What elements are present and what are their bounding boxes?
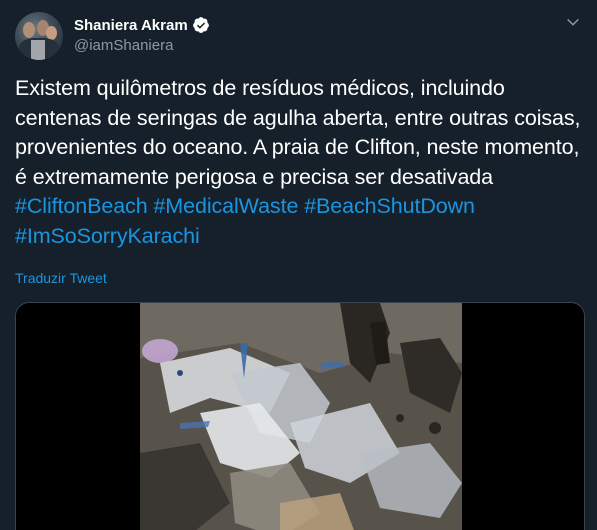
display-name-row: Shaniera Akram [74,15,210,35]
display-name[interactable]: Shaniera Akram [74,17,188,34]
video-thumbnail [140,303,462,530]
translate-tweet-link[interactable]: Traduzir Tweet [15,270,107,286]
avatar[interactable] [15,12,63,60]
hashtag-link[interactable]: #CliftonBeach [15,194,148,218]
hashtag-link[interactable]: #BeachShutDown [304,194,475,218]
author-names: Shaniera Akram @iamShaniera [74,15,210,54]
chevron-down-icon[interactable] [565,14,581,30]
tweet-body: Existem quilômetros de resíduos médicos,… [15,76,581,189]
hashtag-link[interactable]: #ImSoSorryKarachi [15,224,200,248]
media-video[interactable] [15,302,585,530]
tweet-header: Shaniera Akram @iamShaniera [15,12,585,62]
tweet-text: Existem quilômetros de resíduos médicos,… [15,74,585,251]
tweet: Shaniera Akram @iamShaniera Existem quil… [0,0,597,530]
hashtag-link[interactable]: #MedicalWaste [153,194,298,218]
handle[interactable]: @iamShaniera [74,37,210,54]
medical-waste-image [140,303,462,530]
verified-badge-icon [192,17,209,33]
